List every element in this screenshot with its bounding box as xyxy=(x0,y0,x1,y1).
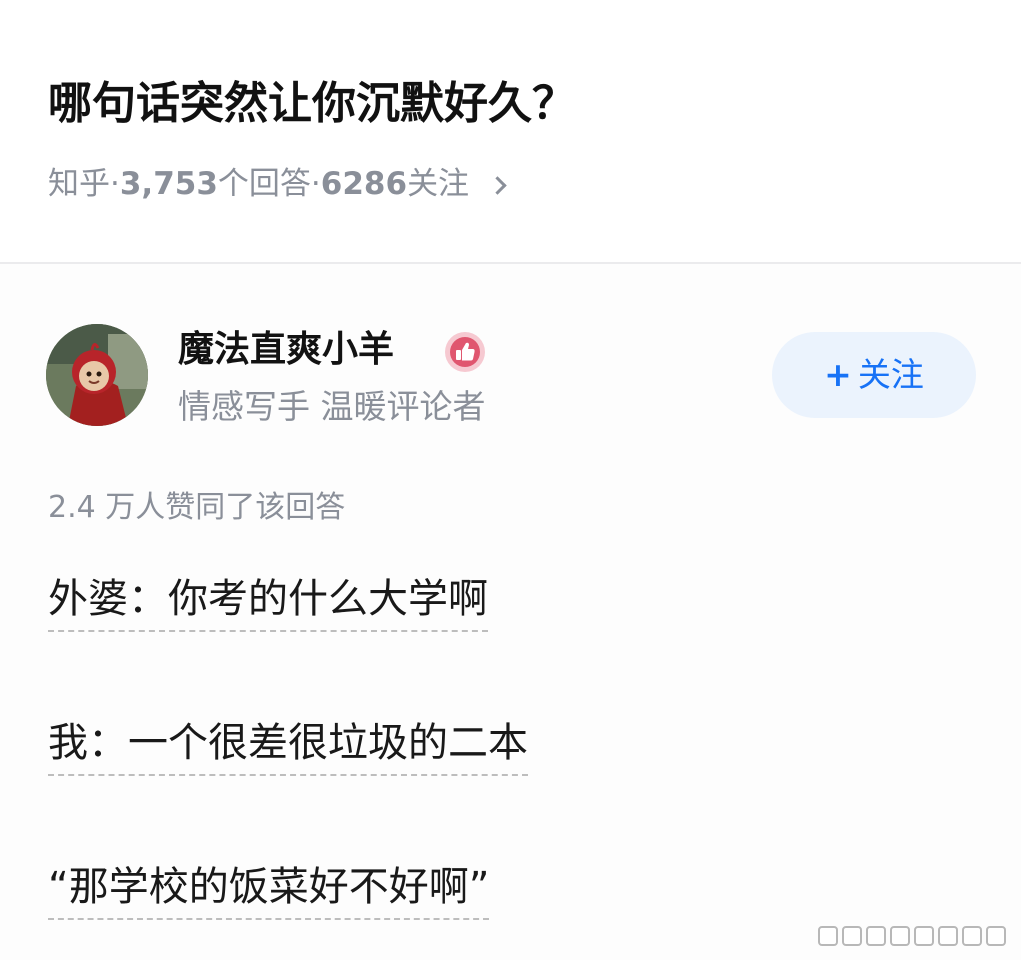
follow-button-label: 关注 xyxy=(857,355,924,394)
chevron-right-icon xyxy=(488,175,507,195)
answer-line[interactable]: “那学校的饭菜好不好啊” xyxy=(48,860,490,920)
watermark-icon xyxy=(818,926,1006,946)
upvote-summary: 2.4 万人赞同了该回答 xyxy=(48,490,346,525)
follow-button[interactable]: + 关注 xyxy=(772,332,976,418)
question-title[interactable]: 哪句话突然让你沉默好久？ xyxy=(48,74,576,134)
meta-separator: · xyxy=(310,166,321,202)
meta-separator: · xyxy=(110,166,120,202)
author-tags: 情感写手 温暖评论者 xyxy=(178,387,486,426)
source-label: 知乎 xyxy=(48,166,110,202)
question-meta[interactable]: 知乎 · 3,753 个回答 · 6286 关注 xyxy=(48,162,507,206)
follow-count: 6286 xyxy=(320,166,408,202)
thumbs-up-badge-icon xyxy=(445,332,485,372)
plus-icon: + xyxy=(824,355,852,394)
avatar[interactable] xyxy=(46,324,148,426)
section-divider xyxy=(0,262,1021,264)
answer-count: 3,753 xyxy=(119,166,218,202)
avatar-image xyxy=(46,324,148,426)
follow-count-unit: 关注 xyxy=(407,166,470,202)
answer-count-unit: 个回答 xyxy=(217,166,311,202)
answer-line[interactable]: 外婆：你考的什么大学啊 xyxy=(48,572,488,632)
author-name[interactable]: 魔法直爽小羊 xyxy=(178,326,394,374)
question-header: 哪句话突然让你沉默好久？ 知乎 · 3,753 个回答 · 6286 关注 xyxy=(0,0,1021,262)
answer-line[interactable]: 我：一个很差很垃圾的二本 xyxy=(48,716,528,776)
